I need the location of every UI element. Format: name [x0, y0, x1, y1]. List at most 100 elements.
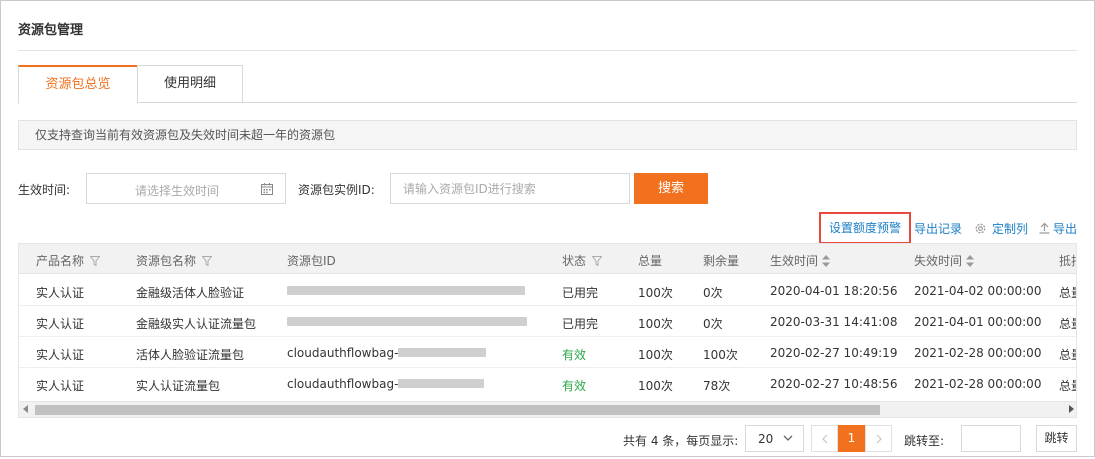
- cell-package-name: 实人认证流量包: [136, 379, 221, 393]
- package-id-text: cloudauthflowbag-: [287, 346, 399, 360]
- cell-end-time: 2021-04-02 00:00:00: [914, 284, 1042, 298]
- tab-bar: 资源包总览 使用明细: [18, 65, 1077, 104]
- table-row: 实人认证 金融级实人认证流量包 已用完 100次 0次 2020-03-31 1…: [19, 306, 1076, 337]
- table-header: 产品名称 资源包名称 资源包ID 状态 总量 剩余量 生效时间 失效时间 抵扣: [19, 244, 1076, 274]
- cell-total: 100次: [638, 379, 673, 393]
- package-id-filter-label: 资源包实例ID:: [298, 183, 375, 197]
- cell-status: 有效: [562, 379, 587, 393]
- divider: [18, 50, 1077, 51]
- cell-total: 100次: [638, 348, 673, 362]
- column-header-deduct: 抵扣: [1059, 254, 1076, 268]
- cell-product: 实人认证: [36, 317, 85, 331]
- cell-remaining: 0次: [703, 317, 723, 331]
- column-header-label: 资源包名称: [136, 254, 197, 268]
- package-id-text: cloudauthflowbag-: [287, 377, 399, 391]
- filter-icon[interactable]: [592, 256, 603, 266]
- cell-remaining: 78次: [703, 379, 731, 393]
- filter-icon[interactable]: [202, 256, 213, 266]
- next-page-button[interactable]: [865, 425, 892, 452]
- cell-package-name: 活体人脸验证流量包: [136, 348, 245, 362]
- tab-usage-details[interactable]: 使用明细: [137, 65, 243, 103]
- column-header-package-id: 资源包ID: [287, 254, 336, 268]
- cell-package-name: 金融级活体人脸验证: [136, 286, 245, 300]
- cell-start-time: 2020-03-31 14:41:08: [770, 315, 898, 329]
- custom-columns-link[interactable]: 定制列: [974, 220, 1028, 238]
- cell-remaining: 100次: [703, 348, 738, 362]
- redacted-mask: [287, 286, 525, 295]
- upload-icon: [1039, 222, 1050, 234]
- date-filter-label: 生效时间:: [18, 183, 71, 197]
- column-header-remaining: 剩余量: [703, 254, 740, 268]
- package-id-input[interactable]: [390, 173, 630, 204]
- scrollbar-thumb[interactable]: [35, 405, 880, 415]
- page-size-value: 20: [758, 432, 774, 446]
- horizontal-scrollbar[interactable]: [19, 401, 1076, 417]
- notice-banner: 仅支持查询当前有效资源包及失效时间未超一年的资源包: [18, 120, 1077, 150]
- cell-deduct: 总量: [1059, 317, 1076, 331]
- jump-button[interactable]: 跳转: [1036, 425, 1077, 452]
- jump-page-input[interactable]: [961, 425, 1021, 452]
- cell-status: 已用完: [562, 317, 599, 331]
- column-header-package-name[interactable]: 资源包名称: [136, 252, 213, 269]
- export-records-link[interactable]: 导出记录: [914, 220, 962, 238]
- gear-icon: [975, 223, 986, 234]
- column-header-total: 总量: [638, 254, 663, 268]
- search-button[interactable]: 搜索: [634, 173, 708, 204]
- cell-start-time: 2020-04-01 18:20:56: [770, 284, 898, 298]
- table-row: 实人认证 活体人脸验证流量包 cloudauthflowbag- 有效 100次…: [19, 337, 1076, 368]
- cell-product: 实人认证: [36, 379, 85, 393]
- jump-to-label: 跳转至:: [904, 434, 945, 448]
- cell-product: 实人认证: [36, 286, 85, 300]
- column-header-label: 生效时间: [770, 254, 819, 268]
- calendar-icon: [261, 183, 273, 195]
- chevron-down-icon: [783, 435, 793, 441]
- table-row: 实人认证 实人认证流量包 cloudauthflowbag- 有效 100次 7…: [19, 368, 1076, 399]
- current-page-button[interactable]: 1: [838, 425, 865, 452]
- page-size-select[interactable]: 20: [745, 425, 804, 452]
- cell-package-id: cloudauthflowbag-: [287, 346, 487, 360]
- cell-end-time: 2021-02-28 00:00:00: [914, 377, 1042, 391]
- column-header-end-time[interactable]: 失效时间: [914, 252, 975, 269]
- cell-package-id: [287, 315, 527, 329]
- column-header-label: 状态: [562, 254, 587, 268]
- cell-total: 100次: [638, 317, 673, 331]
- cell-end-time: 2021-04-01 00:00:00: [914, 315, 1042, 329]
- cell-start-time: 2020-02-27 10:49:19: [770, 346, 898, 360]
- tab-overview[interactable]: 资源包总览: [18, 65, 138, 104]
- export-link[interactable]: 导出: [1039, 220, 1077, 238]
- cell-start-time: 2020-02-27 10:48:56: [770, 377, 898, 391]
- column-header-status[interactable]: 状态: [562, 252, 603, 269]
- column-header-label: 产品名称: [36, 254, 85, 268]
- column-header-label: 失效时间: [914, 254, 963, 268]
- cell-deduct: 总量: [1059, 348, 1076, 362]
- cell-total: 100次: [638, 286, 673, 300]
- page-title: 资源包管理: [18, 23, 84, 38]
- quota-alert-link[interactable]: 设置额度预警: [819, 212, 911, 244]
- cell-deduct: 总量: [1059, 286, 1076, 300]
- sort-icon[interactable]: [821, 254, 831, 268]
- chevron-left-icon: [822, 434, 828, 444]
- cell-end-time: 2021-02-28 00:00:00: [914, 346, 1042, 360]
- cell-package-name: 金融级实人认证流量包: [136, 317, 257, 331]
- cell-status: 已用完: [562, 286, 599, 300]
- column-header-product[interactable]: 产品名称: [36, 252, 101, 269]
- sort-icon[interactable]: [965, 254, 975, 268]
- cell-product: 实人认证: [36, 348, 85, 362]
- table-row: 实人认证 金融级活体人脸验证 已用完 100次 0次 2020-04-01 18…: [19, 275, 1076, 306]
- export-label: 导出: [1053, 222, 1078, 236]
- resource-package-table: 产品名称 资源包名称 资源包ID 状态 总量 剩余量 生效时间 失效时间 抵扣 …: [18, 243, 1077, 418]
- cell-remaining: 0次: [703, 286, 723, 300]
- date-picker[interactable]: 请选择生效时间: [86, 173, 286, 204]
- prev-page-button[interactable]: [811, 425, 838, 452]
- pagination-total: 共有 4 条，每页显示:: [623, 434, 739, 448]
- scroll-left-arrow-icon[interactable]: [23, 405, 28, 413]
- scroll-right-arrow-icon[interactable]: [1069, 405, 1074, 413]
- chevron-right-icon: [876, 434, 882, 444]
- redacted-mask: [287, 317, 527, 326]
- page-frame: 资源包管理 资源包总览 使用明细 仅支持查询当前有效资源包及失效时间未超一年的资…: [0, 0, 1095, 457]
- redacted-mask: [398, 348, 487, 357]
- redacted-mask: [398, 379, 485, 388]
- filter-icon[interactable]: [90, 256, 101, 266]
- column-header-start-time[interactable]: 生效时间: [770, 252, 831, 269]
- date-picker-placeholder: 请选择生效时间: [135, 184, 220, 198]
